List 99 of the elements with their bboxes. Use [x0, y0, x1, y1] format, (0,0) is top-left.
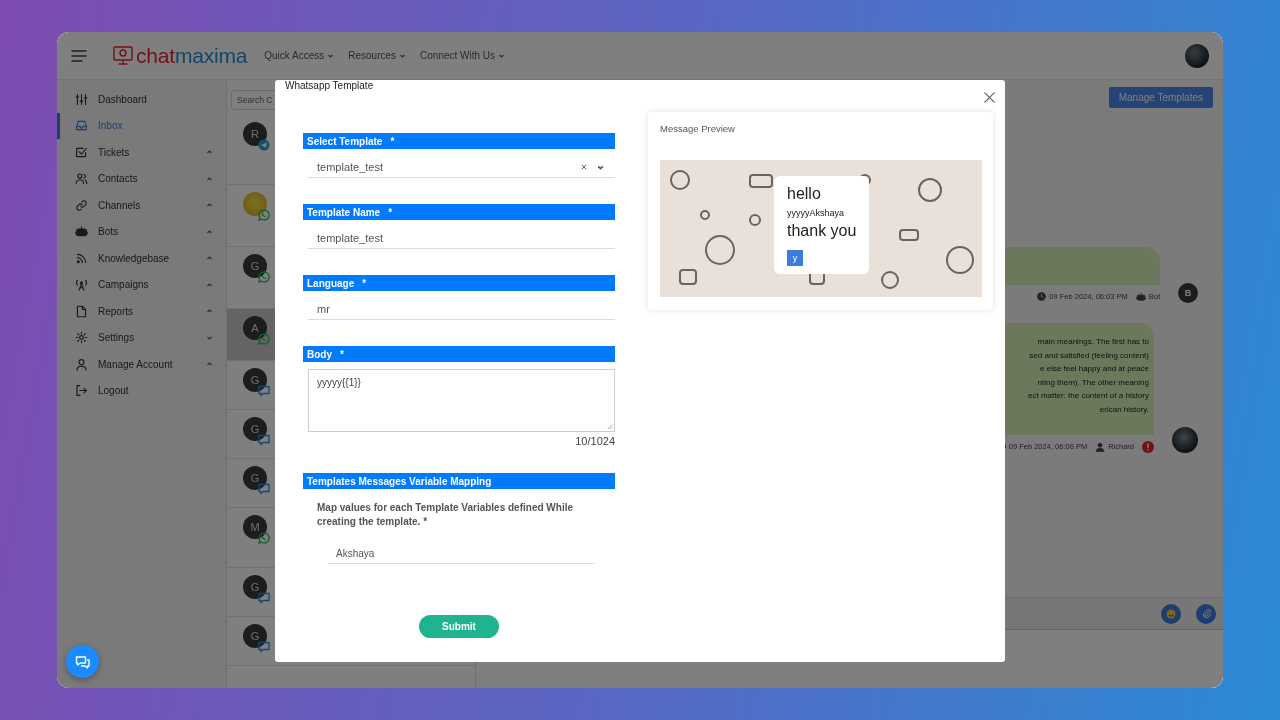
- sidebar-item[interactable]: Knowledgebase: [57, 245, 226, 272]
- required-mark: *: [388, 206, 393, 218]
- clock-icon: [1037, 292, 1047, 301]
- paperclip-icon: [1200, 608, 1212, 619]
- user-avatar[interactable]: [1185, 43, 1209, 68]
- preview-title: Message Preview: [660, 123, 736, 135]
- nav-menu[interactable]: Connect With Us: [420, 50, 506, 61]
- sidebar-item[interactable]: Channels: [57, 192, 226, 219]
- message-text: main meanings. The first has to: [1036, 336, 1149, 348]
- sidebar-item[interactable]: Logout: [57, 377, 226, 404]
- avatar: A: [243, 316, 267, 340]
- phone-bubble-icon: [258, 209, 270, 221]
- sidebar-item[interactable]: Manage Account: [57, 351, 226, 378]
- dialog-title: Whatsapp Template: [285, 80, 374, 92]
- message-body: yyyyyAkshaya: [787, 208, 846, 218]
- sidebar-item[interactable]: Bots: [57, 218, 226, 245]
- message-text: e else feel happy and at peace: [1039, 363, 1149, 375]
- sliders-icon: [75, 92, 88, 106]
- robot-icon: [75, 225, 88, 239]
- checkbox-icon: [75, 145, 88, 159]
- section-title: Body: [307, 348, 332, 360]
- section-title: Language: [307, 277, 355, 289]
- message-footer: thank you: [787, 221, 857, 241]
- phone-bubble-icon: [258, 333, 270, 345]
- smiley-icon: [1165, 607, 1177, 620]
- avatar: G: [243, 575, 267, 599]
- close-icon: [983, 91, 996, 104]
- monitor-icon: [113, 45, 133, 66]
- rss-icon: [75, 251, 88, 265]
- input-field[interactable]: mr: [308, 299, 615, 320]
- template-select[interactable]: template_test: [308, 157, 615, 178]
- clear-icon: [580, 163, 588, 171]
- manage-templates-button[interactable]: Manage Templates: [1108, 87, 1213, 108]
- close-button[interactable]: [983, 91, 996, 104]
- phone-bubble-icon: [258, 271, 270, 283]
- input-field[interactable]: template_test: [308, 228, 615, 249]
- message-text: sed and satisfied (feeling content): [1028, 349, 1149, 362]
- chat-bubble-icon: [258, 483, 270, 495]
- sidebar-item[interactable]: Campaigns: [57, 271, 226, 298]
- link-icon: [75, 198, 88, 212]
- attach-button[interactable]: [1196, 603, 1216, 624]
- inbox-icon: [75, 119, 88, 133]
- sidebar-item[interactable]: Inbox: [57, 112, 226, 139]
- chevron-icon[interactable]: [596, 163, 605, 171]
- resize-handle-icon[interactable]: [606, 423, 613, 430]
- section-title: Templates Messages Variable Mapping: [307, 475, 492, 487]
- required-mark: *: [340, 348, 344, 360]
- required-mark: *: [362, 277, 367, 289]
- person-icon: [1095, 441, 1106, 452]
- chevron-icon: [327, 52, 335, 59]
- document-icon: [75, 304, 88, 318]
- settings-icon: [75, 331, 88, 345]
- message-text: nting them). The other meaning: [1036, 376, 1149, 389]
- section-title: Select Template: [307, 135, 383, 147]
- paper-plane-icon: [258, 139, 270, 151]
- section-title: Template Name: [307, 206, 381, 218]
- avatar: R: [243, 122, 267, 146]
- avatar: G: [243, 368, 267, 392]
- people-icon: [75, 172, 88, 186]
- antenna-icon: [75, 278, 88, 292]
- message-text: erican history.: [1098, 403, 1149, 416]
- message-text: ect matter: the content of a history: [1027, 390, 1149, 402]
- chat-bubble-icon: [258, 434, 270, 446]
- avatar: G: [243, 466, 267, 490]
- avatar: G: [243, 624, 267, 648]
- sidebar-item[interactable]: Contacts: [57, 165, 226, 192]
- character-counter: 10/1024: [574, 435, 615, 447]
- avatar: B: [1178, 283, 1198, 303]
- chat-bubble-icon: [258, 592, 270, 604]
- nav-menu[interactable]: Resources: [348, 50, 407, 61]
- chat-bubble-icon: [258, 641, 270, 653]
- chevron-icon: [498, 52, 506, 59]
- logo: chatmaxima: [136, 43, 248, 68]
- chat-bubbles-icon: [74, 653, 91, 670]
- message-header: hello: [787, 184, 822, 204]
- avatar: G: [243, 417, 267, 441]
- avatar: M: [243, 515, 267, 539]
- sidebar-item[interactable]: Reports: [57, 298, 226, 325]
- menu-icon: [71, 48, 87, 63]
- body-textarea[interactable]: yyyyy{{1}}: [308, 369, 615, 432]
- avatar: [1172, 427, 1198, 453]
- avatar: G: [243, 254, 267, 278]
- input-field[interactable]: Akshaya: [328, 544, 595, 564]
- sidebar-item[interactable]: Tickets: [57, 139, 226, 166]
- avatar: [243, 192, 267, 216]
- chevron-icon: [399, 52, 407, 59]
- person-icon: [75, 357, 88, 371]
- nav-menu[interactable]: Quick Access: [264, 50, 335, 61]
- sidebar-item[interactable]: Dashboard: [57, 86, 226, 113]
- robot-icon: [1135, 291, 1146, 302]
- mapping-hint: Map values for each Template Variables defined While creating the template. *: [317, 501, 574, 529]
- chat-bubble-icon: [258, 385, 270, 397]
- emoji-button[interactable]: [1161, 603, 1181, 624]
- quick-reply-button[interactable]: y: [787, 250, 803, 266]
- required-mark: *: [390, 135, 395, 147]
- phone-bubble-icon: [258, 532, 270, 544]
- logout-icon: [75, 384, 88, 398]
- sidebar-item[interactable]: Settings: [57, 324, 226, 351]
- submit-button[interactable]: Submit: [419, 615, 499, 638]
